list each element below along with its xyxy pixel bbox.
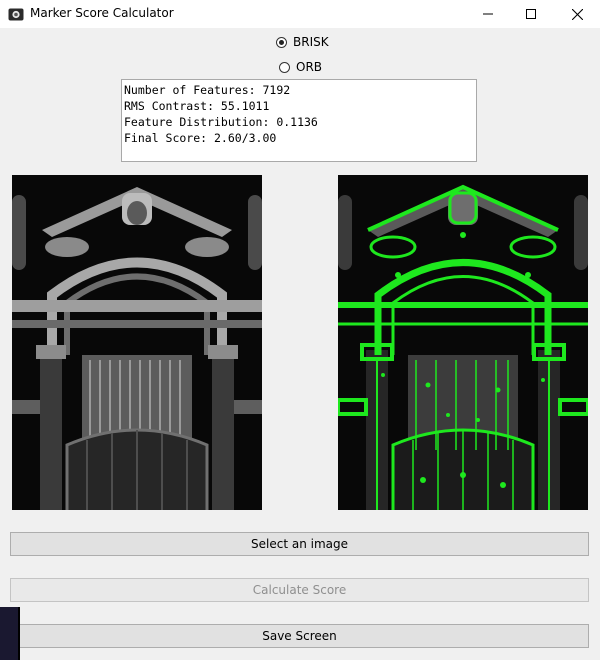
result-rms-contrast: RMS Contrast: 55.1011 (124, 99, 270, 113)
save-screen-button[interactable]: Save Screen (10, 624, 589, 648)
background-window-edge (0, 607, 20, 660)
close-button[interactable] (554, 0, 600, 28)
radio-orb-label: ORB (296, 60, 323, 74)
title-bar: Marker Score Calculator (0, 0, 600, 28)
window-title: Marker Score Calculator (30, 6, 174, 20)
maximize-button[interactable] (508, 0, 554, 28)
radio-orb[interactable]: ORB (279, 60, 322, 74)
original-image (12, 175, 262, 510)
keypoint-overlay-photo (338, 175, 588, 510)
radio-unselected-indicator (279, 61, 290, 73)
camera-app-icon (8, 8, 24, 21)
select-image-button[interactable]: Select an image (10, 532, 589, 556)
radio-brisk[interactable]: BRISK (276, 35, 329, 49)
close-icon (571, 8, 583, 20)
radio-brisk-label: BRISK (293, 35, 329, 49)
results-textbox[interactable]: Number of Features: 7192 RMS Contrast: 5… (121, 79, 477, 162)
minimize-button[interactable] (465, 0, 511, 28)
maximize-icon (526, 9, 536, 19)
calculate-score-button[interactable]: Calculate Score (10, 578, 589, 602)
minimize-icon (483, 13, 493, 15)
keypoint-image (338, 175, 588, 510)
result-feature-distribution: Feature Distribution: 0.1136 (124, 115, 318, 129)
radio-selected-indicator (276, 36, 287, 48)
grayscale-gate-photo (12, 175, 262, 510)
result-feature-count: Number of Features: 7192 (124, 83, 291, 97)
result-final-score: Final Score: 2.60/3.00 (124, 131, 277, 145)
